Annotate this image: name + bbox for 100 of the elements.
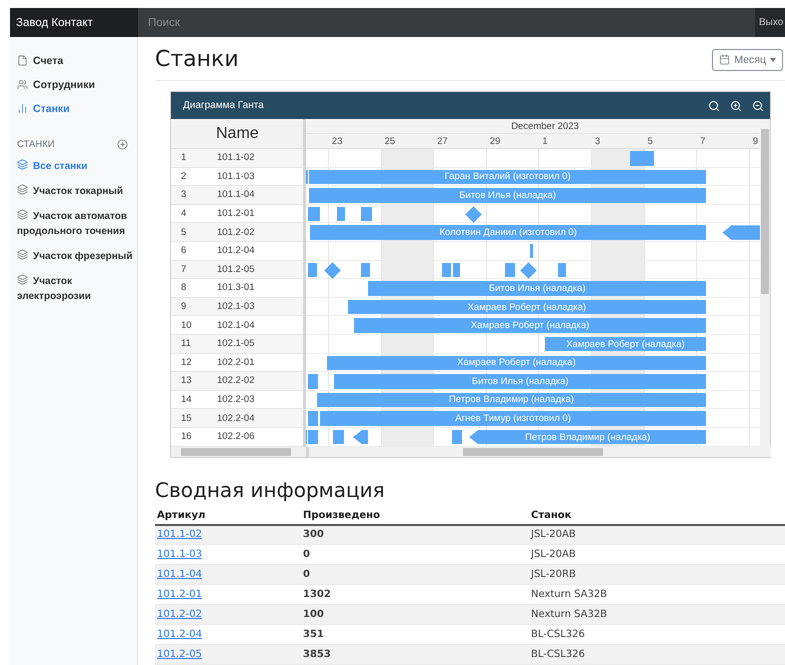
- grid-cell: 102.2-06: [217, 431, 255, 442]
- row-number: 11: [180, 338, 192, 350]
- day-label: 7: [700, 136, 706, 147]
- gantt-bar: Хамраев Роберт (наладка): [348, 300, 706, 314]
- horizontal-scrollbar[interactable]: [309, 446, 771, 457]
- section-heading: СТАНКИ: [17, 139, 55, 150]
- search-icon[interactable]: [708, 100, 720, 112]
- layers-icon: [17, 184, 28, 195]
- zoom-in-icon[interactable]: [730, 100, 742, 112]
- row-number: 1: [180, 152, 188, 164]
- row-number: 2: [180, 170, 188, 182]
- row-number: 16: [180, 431, 193, 442]
- row-number: 15: [180, 412, 193, 424]
- row-number: 13: [180, 375, 193, 386]
- day-label: 1: [542, 136, 548, 147]
- gantt-bar: [558, 262, 566, 278]
- grid-cell: 102.1-05: [217, 338, 255, 350]
- gantt-title: Диаграмма Ганта: [183, 100, 264, 111]
- grid-cell: 101.1-03: [217, 170, 255, 182]
- grid-cell: 101.3-01: [217, 282, 255, 294]
- sidebar-item[interactable]: Участок автоматов продольного точения: [10, 204, 138, 244]
- vertical-scrollbar[interactable]: [760, 119, 770, 447]
- row-number: 12: [180, 356, 193, 368]
- row-number: 14: [180, 394, 193, 406]
- brand-name[interactable]: Завод Контакт: [10, 8, 138, 37]
- gantt-bar: [505, 262, 516, 278]
- gantt-bar: [333, 430, 344, 444]
- row-number: 8: [180, 282, 188, 294]
- grid-cell: 101.1-02: [217, 152, 255, 164]
- sidebar-item[interactable]: Участок фрезерный: [10, 244, 138, 269]
- gantt-bar: [308, 411, 318, 426]
- sidebar-item[interactable]: Станки: [10, 97, 138, 121]
- grid-cell: 101.2-04: [217, 245, 255, 256]
- grid-cell: 102.2-03: [217, 394, 255, 406]
- gantt-bar: Агнев Тимур (изготовил 0): [320, 411, 706, 426]
- layers-icon: [17, 209, 28, 220]
- users-icon: [17, 79, 28, 90]
- sidebar-item[interactable]: Участок электроэрозии: [10, 269, 138, 309]
- section-title: Сводная информация: [155, 478, 386, 502]
- table-cell: BL-CSL326: [529, 644, 785, 665]
- day-label: 23: [332, 136, 342, 147]
- page-title: Станки: [155, 47, 239, 72]
- gantt-bar: Петров Владимир (наладка): [469, 430, 706, 444]
- sidebar-item[interactable]: Участок токарный: [10, 179, 138, 204]
- gantt-bar: [530, 244, 533, 258]
- sidebar-item[interactable]: Все станки: [10, 154, 138, 179]
- row-number: 5: [180, 226, 188, 238]
- grid-cell: 102.1-04: [217, 320, 255, 331]
- gantt-bar: Битов Илья (наладка): [309, 188, 706, 203]
- sidebar-item[interactable]: Сотрудники: [10, 73, 138, 97]
- article-link[interactable]: 101.2-04: [157, 629, 202, 640]
- day-label: 29: [490, 136, 500, 147]
- row-number: 4: [180, 208, 188, 220]
- document-icon: [17, 55, 28, 66]
- day-label: 9: [752, 136, 758, 147]
- search-field[interactable]: Поиск: [138, 8, 755, 37]
- article-link[interactable]: 101.1-04: [157, 569, 202, 580]
- day-label: 5: [648, 136, 653, 147]
- article-link[interactable]: 101.2-01: [157, 589, 202, 600]
- row-number: 7: [180, 264, 188, 275]
- row-number: 3: [180, 189, 188, 200]
- grid-cell: 101.2-02: [217, 226, 255, 238]
- layers-icon: [17, 249, 28, 260]
- grid-cell: 101.2-01: [217, 208, 255, 220]
- view-dropdown[interactable]: Месяц: [712, 48, 783, 70]
- gantt-bar: Хамраев Роберт (наладка): [544, 336, 706, 352]
- article-link[interactable]: 101.1-03: [157, 549, 202, 560]
- bar-chart-icon: [17, 103, 28, 114]
- month-label: December 2023: [511, 120, 579, 132]
- gantt-bar: [630, 151, 654, 166]
- table-cell: 3853: [301, 644, 529, 665]
- row-number: 9: [180, 301, 188, 312]
- gantt-bar: Битов Илья (наладка): [334, 374, 706, 389]
- gantt-bar: [308, 374, 318, 389]
- add-icon[interactable]: [117, 139, 128, 150]
- exit-link[interactable]: Выхо: [755, 8, 785, 37]
- zoom-out-icon[interactable]: [752, 100, 764, 112]
- column-header[interactable]: Name: [216, 124, 259, 142]
- article-link[interactable]: 101.2-02: [157, 609, 202, 620]
- gantt-bar: Хамраев Роберт (наладка): [354, 318, 706, 333]
- grid-cell: 102.2-01: [217, 356, 255, 368]
- grid-cell: 101.2-05: [217, 264, 255, 275]
- caret-icon: [770, 58, 776, 62]
- layers-icon: [17, 274, 28, 285]
- day-label: 27: [437, 136, 448, 147]
- gantt-bar: Хамраев Роберт (наладка): [326, 356, 706, 370]
- day-label: 3: [594, 136, 600, 147]
- row-number: 6: [180, 245, 188, 256]
- sidebar-item[interactable]: Счета: [10, 49, 138, 73]
- horizontal-scrollbar[interactable]: [171, 446, 309, 457]
- gantt-bar: [308, 262, 317, 278]
- day-label: 25: [384, 136, 396, 147]
- grid-cell: 102.2-02: [217, 375, 255, 386]
- article-link[interactable]: 101.1-02: [157, 529, 202, 540]
- grid-cell: 102.2-04: [217, 412, 255, 424]
- layers-icon: [17, 159, 28, 170]
- grid-cell: 101.1-04: [217, 189, 255, 200]
- article-link[interactable]: 101.2-05: [157, 649, 202, 660]
- gantt-bar: Петров Владимир (наладка): [316, 392, 706, 408]
- gantt-bar: Колотвин Даниил (изготовил 0): [310, 225, 706, 240]
